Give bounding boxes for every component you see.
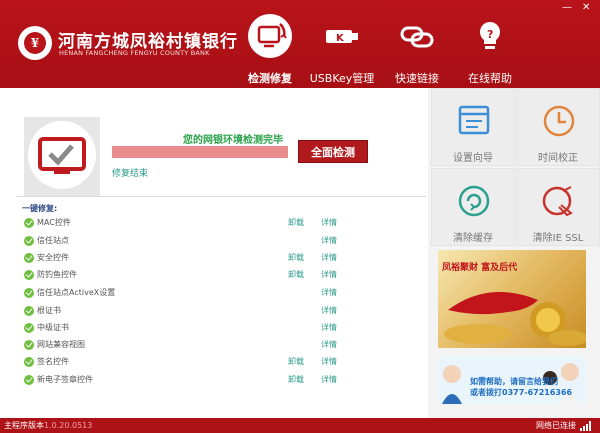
check-item-name: 新电子签章控件 [37, 375, 93, 384]
check-row: 信任站点 详情 [24, 234, 424, 248]
scan-progress-bar [112, 146, 288, 158]
check-ok-icon [24, 253, 34, 263]
help-banner-line1: 如需帮助，请留言给我们 [470, 377, 558, 386]
details-link[interactable]: 详情 [321, 235, 337, 246]
svg-text:?: ? [487, 28, 493, 41]
check-item-name: 信任站点ActiveX设置 [37, 288, 116, 297]
time-correction-button[interactable]: 时间校正 [516, 88, 600, 166]
tile-label: 时间校正 [538, 153, 578, 164]
logo-glyph: ¥ [24, 32, 46, 54]
clear-cache-icon [458, 185, 490, 217]
nav-label: 检测修复 [248, 72, 292, 85]
bank-logo: ¥ [18, 26, 52, 60]
scan-status-text: 您的网银环境检测完毕 [183, 135, 283, 146]
help-banner[interactable]: 如需帮助，请留言给我们 或者拨打0377-67216366 [438, 356, 586, 404]
check-row: 防钓鱼控件 卸载 详情 [24, 268, 424, 282]
check-item-name: 中级证书 [37, 323, 69, 332]
nav-usbkey[interactable]: K USBKey管理 [309, 8, 375, 86]
uninstall-link[interactable]: 卸载 [288, 356, 304, 367]
check-row: 签名控件 卸载 详情 [24, 355, 424, 369]
check-ok-icon [24, 340, 34, 350]
check-row: 中级证书 详情 [24, 321, 424, 335]
uninstall-link[interactable]: 卸载 [288, 252, 304, 263]
uninstall-link[interactable]: 卸载 [288, 217, 304, 228]
lightbulb-help-icon: ? [468, 14, 512, 58]
details-link[interactable]: 详情 [321, 252, 337, 263]
clock-icon [543, 105, 575, 137]
status-bar: 主程序版本1.0.20.0513 网络已连接 [0, 418, 600, 433]
network-status: 网络已连接 [536, 421, 576, 430]
minimize-button[interactable]: — [562, 2, 572, 13]
repair-status-link[interactable]: 修复结束 [112, 166, 148, 179]
uninstall-link[interactable]: 卸载 [288, 269, 304, 280]
check-row: 新电子签章控件 卸载 详情 [24, 373, 424, 387]
details-link[interactable]: 详情 [321, 287, 337, 298]
nav-label: 在线帮助 [468, 72, 512, 85]
check-row: 根证书 详情 [24, 304, 424, 318]
gold-coins-illustration [444, 292, 586, 346]
check-ok-icon [24, 270, 34, 280]
scan-status-image [24, 117, 100, 197]
check-item-name: 信任站点 [37, 236, 69, 245]
details-link[interactable]: 详情 [321, 305, 337, 316]
details-link[interactable]: 详情 [321, 217, 337, 228]
check-ok-icon [24, 288, 34, 298]
svg-text:K: K [336, 33, 345, 44]
close-button[interactable]: ✕ [582, 2, 590, 13]
check-row: 信任站点ActiveX设置 详情 [24, 286, 424, 300]
uninstall-link[interactable]: 卸载 [288, 374, 304, 385]
details-link[interactable]: 详情 [321, 356, 337, 367]
details-link[interactable]: 详情 [321, 322, 337, 333]
check-ok-icon [24, 306, 34, 316]
clear-ie-ssl-button[interactable]: 清除IE SSL [516, 168, 600, 246]
divider [16, 196, 426, 197]
setup-wizard-icon [458, 105, 490, 135]
check-ok-icon [24, 323, 34, 333]
check-item-name: 签名控件 [37, 357, 69, 366]
check-item-name: MAC控件 [37, 218, 71, 227]
clear-cache-button[interactable]: 清除缓存 [431, 168, 515, 246]
check-row: 网站兼容视图 详情 [24, 338, 424, 352]
setup-wizard-button[interactable]: 设置向导 [431, 88, 515, 166]
monitor-check-icon [28, 121, 96, 189]
details-link[interactable]: 详情 [321, 269, 337, 280]
usb-key-icon: K [320, 14, 364, 58]
nav-label: 快速链接 [395, 72, 439, 85]
version-number: 1.0.20.0513 [44, 421, 93, 430]
tile-label: 清除IE SSL [532, 233, 584, 244]
check-row: MAC控件 卸载 详情 [24, 216, 424, 230]
bank-name-english: HENAN FANGCHENG FENGYU COUNTY BANK [59, 49, 210, 57]
full-scan-button[interactable]: 全面检测 [298, 140, 368, 163]
help-banner-line2: 或者拨打0377-67216366 [470, 388, 573, 397]
check-item-name: 网站兼容视图 [37, 340, 85, 349]
tile-label: 设置向导 [453, 153, 493, 164]
nav-detect-repair[interactable]: 检测修复 [242, 8, 298, 86]
check-ok-icon [24, 357, 34, 367]
nav-online-help[interactable]: ? 在线帮助 [462, 8, 518, 86]
signal-icon [580, 421, 592, 431]
promo-banner[interactable]: 凤裕聚财 富及后代 [438, 250, 586, 348]
check-item-name: 安全控件 [37, 253, 69, 262]
nav-label: USBKey管理 [309, 72, 375, 85]
details-link[interactable]: 详情 [321, 339, 337, 350]
nav-quick-links[interactable]: 快速链接 [388, 8, 446, 86]
check-ok-icon [24, 236, 34, 246]
section-title: 一键修复: [22, 204, 58, 213]
header-bar: ¥ 河南方城凤裕村镇银行 HENAN FANGCHENG FENGYU COUN… [0, 0, 600, 88]
check-item-name: 根证书 [37, 306, 61, 315]
broom-icon [542, 186, 573, 217]
version-info: 主程序版本1.0.20.0513 [4, 420, 92, 431]
tile-label: 清除缓存 [453, 233, 493, 244]
version-label: 主程序版本 [4, 421, 44, 430]
monitor-repair-icon [248, 14, 292, 58]
check-row: 安全控件 卸载 详情 [24, 251, 424, 265]
check-ok-icon [24, 375, 34, 385]
details-link[interactable]: 详情 [321, 374, 337, 385]
check-item-name: 防钓鱼控件 [37, 270, 77, 279]
check-ok-icon [24, 218, 34, 228]
link-icon [395, 14, 439, 58]
